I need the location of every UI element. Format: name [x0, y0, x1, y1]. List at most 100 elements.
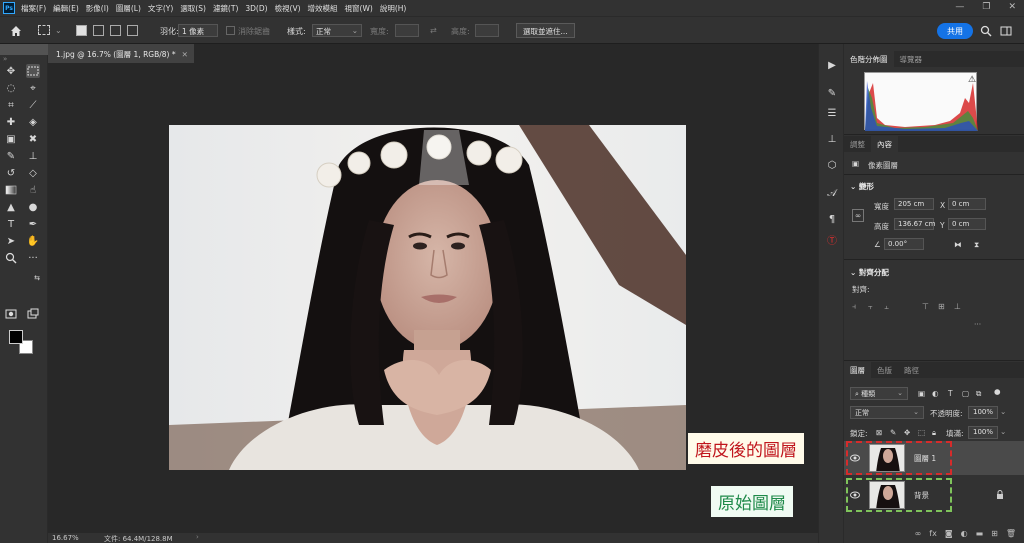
play-icon[interactable]: ▶ [825, 58, 839, 72]
menu-filter[interactable]: 濾鏡(T) [213, 3, 238, 14]
chevron-down-icon[interactable]: ⌄ [55, 26, 62, 35]
quick-select-tool-icon[interactable]: ⌖ [26, 81, 40, 95]
height-field[interactable]: 136.67 cm [894, 218, 935, 230]
menu-3d[interactable]: 3D(D) [245, 4, 267, 13]
maximize-icon[interactable]: ❐ [982, 2, 990, 12]
adjustment-layer-icon[interactable]: ◐ [961, 529, 968, 543]
tab-histogram[interactable]: 色階分佈圖 [844, 51, 894, 67]
blend-mode-select[interactable]: 正常 ⌄ [850, 406, 924, 419]
brush-settings-icon[interactable]: ✎ [825, 86, 839, 100]
hand-tool-icon[interactable]: ✋ [26, 234, 40, 248]
healing-brush-tool-icon[interactable]: ◈ [26, 115, 40, 129]
lock-artboard-icon[interactable]: ⬚ [918, 428, 925, 437]
select-and-mask-button[interactable]: 選取並遮住... [516, 23, 575, 38]
tab-layers[interactable]: 圖層 [844, 362, 871, 378]
adjust-sliders-icon[interactable]: ☰ [825, 106, 839, 120]
align-vcenter-icon[interactable]: ⊞ [938, 302, 947, 311]
tab-paths[interactable]: 路徑 [898, 362, 925, 378]
paragraph-icon[interactable]: ¶ [825, 212, 839, 226]
new-group-icon[interactable]: ▬ [976, 529, 984, 543]
history-brush-tool-icon[interactable]: ↺ [4, 166, 18, 180]
chevron-down-icon[interactable]: ⌄ [1000, 427, 1006, 436]
more-tools-icon[interactable]: ··· [26, 251, 40, 265]
path-select-tool-icon[interactable]: ➤ [4, 234, 18, 248]
workspace-icon[interactable] [1000, 25, 1012, 37]
tab-channels[interactable]: 色版 [871, 362, 898, 378]
zoom-level[interactable]: 16.67% [52, 534, 79, 542]
document-tab[interactable]: 1.jpg @ 16.7% (圖層 1, RGB/8) * ✕ [48, 44, 194, 63]
pen-tool-icon[interactable]: ✒ [26, 217, 40, 231]
3d-cube-icon[interactable]: ⬡ [825, 158, 839, 172]
trash-icon[interactable]: 🗑︎ [1006, 529, 1016, 543]
style-select[interactable]: 正常 ⌄ [312, 24, 362, 37]
transform-section-title[interactable]: ⌄ 變形 [850, 181, 874, 192]
menu-plugins[interactable]: 增效模組 [308, 3, 338, 14]
lock-all-icon[interactable]: 🔒︎ [932, 428, 936, 438]
menu-help[interactable]: 說明(H) [380, 3, 407, 14]
patch-tool-icon[interactable]: ▣ [4, 132, 18, 146]
link-layers-icon[interactable]: ∞ [915, 529, 922, 543]
feather-input[interactable]: 1 像素 [178, 24, 218, 37]
flip-vertical-icon[interactable]: ⧗ [974, 240, 979, 250]
intersect-selection-icon[interactable] [127, 25, 138, 36]
align-hcenter-icon[interactable]: ⫟ [868, 302, 877, 311]
swap-icon[interactable]: ⇄ [430, 26, 437, 35]
search-icon[interactable] [980, 25, 992, 37]
clone-source-icon[interactable]: ⊥ [825, 132, 839, 146]
align-bottom-icon[interactable]: ⊥ [954, 302, 963, 311]
menu-select[interactable]: 選取(S) [180, 3, 206, 14]
dodge-tool-icon[interactable]: ● [26, 200, 40, 214]
minimize-icon[interactable]: — [955, 2, 964, 12]
flip-horizontal-icon[interactable]: ⧓ [954, 240, 962, 249]
filter-type-icon[interactable]: T [948, 389, 953, 398]
tab-navigator[interactable]: 導覽器 [894, 51, 929, 67]
chevron-right-icon[interactable]: › [196, 533, 199, 541]
rect-marquee-preset-icon[interactable] [38, 25, 50, 35]
content-aware-move-icon[interactable]: ✖ [26, 132, 40, 146]
link-icon[interactable]: ∞ [852, 209, 865, 222]
eyedropper-tool-icon[interactable]: ⟋ [26, 98, 40, 112]
swap-colors-icon[interactable]: ⇆ [30, 271, 44, 285]
menu-type[interactable]: 文字(Y) [148, 3, 173, 14]
lock-position-icon[interactable]: ✥ [904, 428, 910, 437]
lock-transparent-icon[interactable]: ⊠ [876, 428, 882, 437]
zoom-tool-icon[interactable] [4, 251, 18, 265]
lasso-tool-icon[interactable]: ◌ [4, 81, 18, 95]
antialias-checkbox[interactable] [226, 26, 235, 35]
fill-field[interactable]: 100% [968, 426, 998, 439]
sharpen-tool-icon[interactable]: ▲ [4, 200, 18, 214]
move-tool-icon[interactable]: ✥ [4, 64, 18, 78]
align-left-icon[interactable]: ⫞ [852, 302, 861, 311]
home-icon[interactable] [9, 24, 23, 38]
type-tool-icon[interactable]: T [4, 217, 18, 231]
align-right-icon[interactable]: ⫠ [884, 302, 893, 311]
filter-shape-icon[interactable]: ▢ [962, 389, 969, 398]
close-tab-icon[interactable]: ✕ [182, 50, 188, 59]
lock-paint-icon[interactable]: ✎ [890, 428, 896, 437]
filter-pixel-icon[interactable]: ▣ [918, 389, 925, 398]
y-field[interactable]: 0 cm [948, 218, 986, 230]
collapse-arrows-icon[interactable]: » [3, 55, 7, 63]
subtract-selection-icon[interactable] [110, 25, 121, 36]
clone-stamp-tool-icon[interactable]: ⊥ [26, 149, 40, 163]
close-icon[interactable]: ✕ [1008, 2, 1016, 12]
menu-layer[interactable]: 圖層(L) [116, 3, 141, 14]
menu-edit[interactable]: 編輯(E) [53, 3, 79, 14]
crop-tool-icon[interactable]: ⌗ [4, 98, 18, 112]
height-input[interactable] [475, 24, 499, 37]
filter-toggle-icon[interactable]: ● [994, 387, 1001, 396]
menu-image[interactable]: 影像(I) [86, 3, 109, 14]
filter-adjust-icon[interactable]: ◐ [932, 389, 939, 398]
spot-healing-tool-icon[interactable]: ✚ [4, 115, 18, 129]
gradient-tool-icon[interactable] [4, 183, 18, 197]
document-photo[interactable] [169, 125, 686, 470]
menu-file[interactable]: 檔案(F) [21, 3, 46, 14]
more-options-icon[interactable]: ··· [974, 320, 981, 329]
x-field[interactable]: 0 cm [948, 198, 986, 210]
plugin-tk-icon[interactable]: Ⓣ [825, 232, 839, 247]
width-input[interactable] [395, 24, 419, 37]
menu-window[interactable]: 視窗(W) [345, 3, 373, 14]
tab-adjustments[interactable]: 調整 [844, 136, 871, 152]
add-selection-icon[interactable] [93, 25, 104, 36]
share-button[interactable]: 共用 [937, 23, 973, 39]
